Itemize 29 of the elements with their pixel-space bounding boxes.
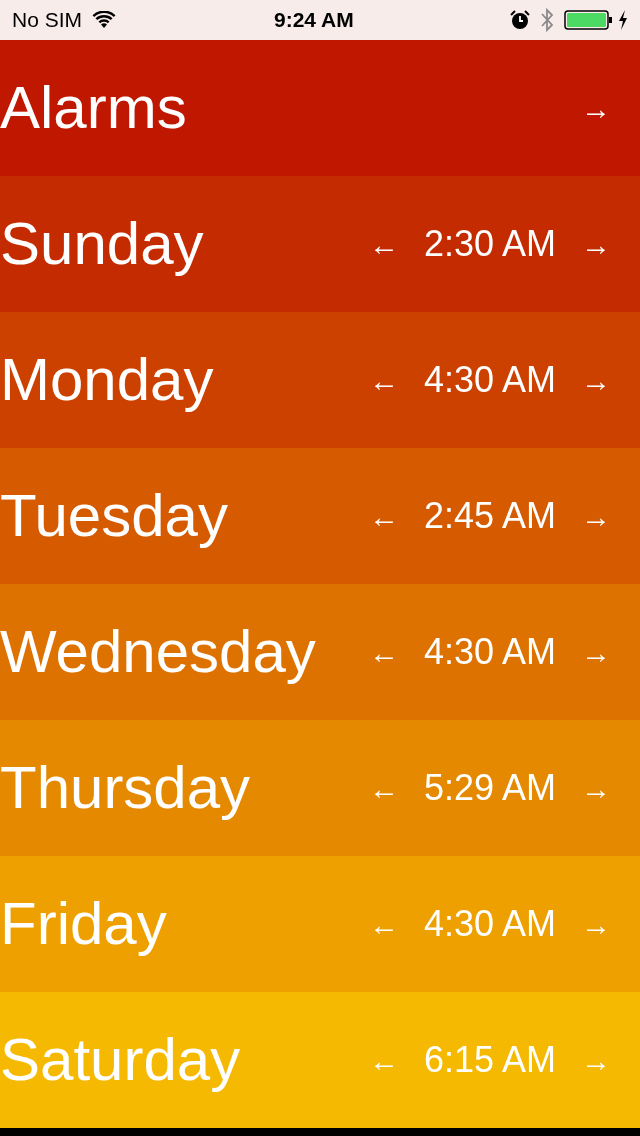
day-row[interactable]: Monday ← 4:30 AM → <box>0 312 640 448</box>
alarm-time: 4:30 AM <box>422 902 558 946</box>
clock-time: 9:24 AM <box>274 7 354 34</box>
charging-bolt-icon <box>618 10 628 30</box>
day-row[interactable]: Tuesday ← 2:45 AM → <box>0 448 640 584</box>
day-row[interactable]: Saturday ← 6:15 AM → <box>0 992 640 1128</box>
battery-icon <box>564 10 612 30</box>
screen-title: Alarms <box>0 78 188 138</box>
alarm-clock-icon <box>510 10 530 30</box>
alarm-time: 2:45 AM <box>422 494 558 538</box>
alarm-time: 6:15 AM <box>422 1038 558 1082</box>
day-row[interactable]: Friday ← 4:30 AM → <box>0 856 640 992</box>
alarm-time: 5:29 AM <box>422 766 558 810</box>
day-row[interactable]: Wednesday ← 4:30 AM → <box>0 584 640 720</box>
day-name: Tuesday <box>0 486 229 546</box>
day-name: Monday <box>0 350 215 410</box>
day-name: Friday <box>0 894 168 954</box>
alarm-time: 2:30 AM <box>422 222 558 266</box>
wifi-icon <box>92 11 116 29</box>
day-name: Saturday <box>0 1030 242 1090</box>
day-row[interactable]: Sunday ← 2:30 AM → <box>0 176 640 312</box>
day-name: Thursday <box>0 758 252 818</box>
alarm-time: 4:30 AM <box>422 630 558 674</box>
day-name: Wednesday <box>0 622 317 682</box>
bluetooth-icon <box>540 7 554 33</box>
carrier-label: No SIM <box>12 7 82 34</box>
day-name: Sunday <box>0 214 205 274</box>
alarm-time: 4:30 AM <box>422 358 558 402</box>
day-row[interactable]: Thursday ← 5:29 AM → <box>0 720 640 856</box>
